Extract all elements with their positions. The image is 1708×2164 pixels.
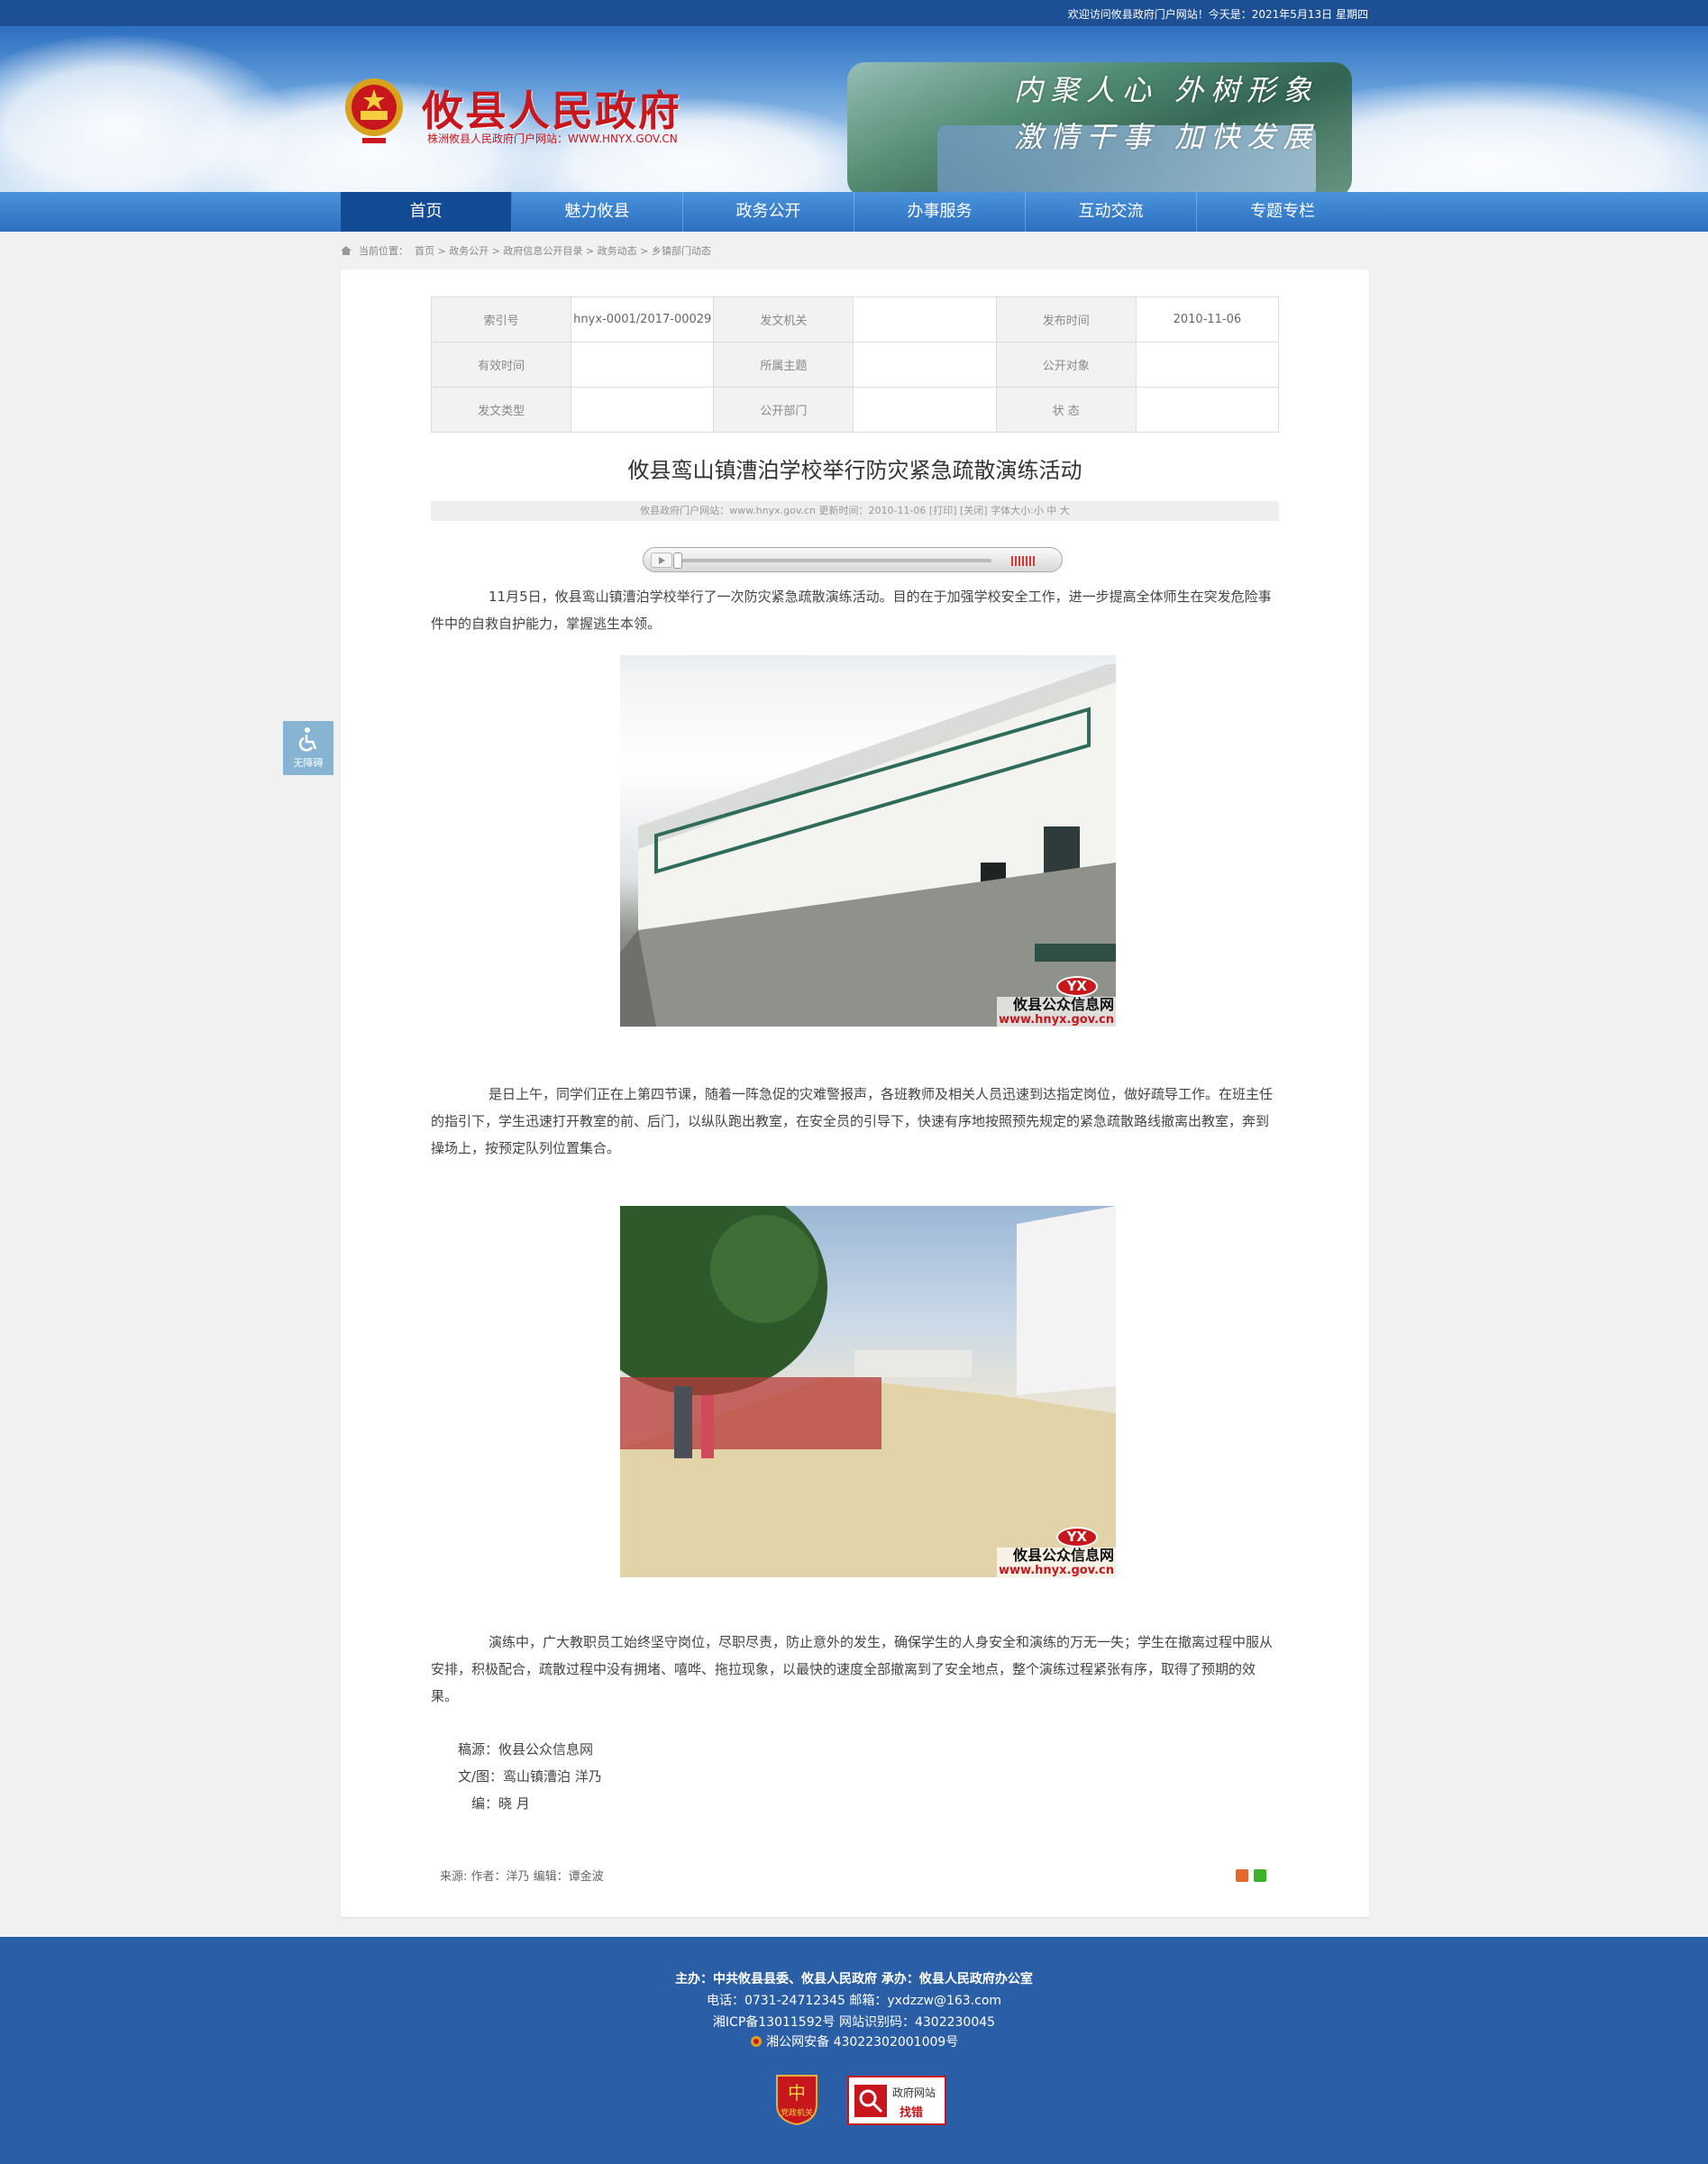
party-gov-badge[interactable]: 中 党政机关 (773, 2072, 820, 2126)
badge-find-line-1: 政府网站 (892, 2086, 936, 2099)
nav-item-gov-affairs[interactable]: 政务公开 (683, 192, 854, 232)
article-title: 攸县鸾山镇漕泊学校举行防灾紧急疏散演练活动 (627, 458, 1082, 483)
playground-image (620, 1206, 1116, 1577)
breadcrumb: 当前位置： 首页 > 政务公开 > 政府信息公开目录 > 政务动态 > 乡镇部门… (341, 243, 711, 258)
meta-label: 有效时间 (430, 342, 572, 388)
watermark-url: www.hnyx.gov.cn (997, 1013, 1116, 1027)
play-button[interactable] (651, 552, 672, 568)
footer-contact: 电话：0731-24712345 邮箱：yxdzzw@163.com (706, 1994, 1002, 2008)
footer-police-text: 湘公网安备 43022302001009号 (766, 2035, 959, 2050)
meta-label: 发文类型 (430, 387, 572, 433)
nav-item-services[interactable]: 办事服务 (854, 192, 1026, 232)
site-subtitle: 株洲攸县人民政府门户网站：WWW.HNYX.GOV.CN (427, 132, 678, 145)
meta-label: 索引号 (430, 297, 572, 342)
article-paragraph: 演练中，广大教职员工始终坚守岗位，尽职尽责，防止意外的发生，确保学生的人身安全和… (431, 1634, 1274, 1704)
progress-track[interactable] (678, 559, 991, 562)
top-bar: 欢迎访问攸县政府门户网站！今天是：2021年5月13日 星期四 (0, 0, 1708, 26)
header-banner: 攸县人民政府 株洲攸县人民政府门户网站：WWW.HNYX.GOV.CN 内聚人心… (0, 26, 1708, 192)
audio-player (643, 547, 1063, 572)
national-emblem-icon (345, 78, 403, 143)
article-paragraph: 11月5日，攸县鸾山镇漕泊学校举行了一次防灾紧急疏散演练活动。目的在于加强学校安… (431, 589, 1272, 632)
main-nav: 首页 魅力攸县 政务公开 办事服务 互动交流 专题专栏 (0, 192, 1708, 232)
home-icon (341, 246, 352, 255)
nav-item-charm[interactable]: 魅力攸县 (512, 192, 683, 232)
article-photo-playground: YX 攸县公众信息网 www.hnyx.gov.cn (620, 1206, 1116, 1577)
weibo-share-icon[interactable] (1236, 1869, 1248, 1882)
metadata-table: 索引号 hnyx-0001/2017-00029 发文机关 发布时间 2010-… (430, 297, 1280, 433)
watermark-logo: YX (1055, 976, 1098, 997)
watermark-name: 攸县公众信息网 (997, 1548, 1116, 1564)
meta-label: 发布时间 (995, 297, 1137, 342)
credit-author: 文/图：鸾山镇漕泊 洋乃 (458, 1768, 602, 1785)
table-row: 索引号 hnyx-0001/2017-00029 发文机关 发布时间 2010-… (430, 297, 1280, 342)
meta-value: 2010-11-06 (1135, 297, 1280, 342)
meta-value (571, 387, 715, 433)
welcome-text: 欢迎访问攸县政府门户网站！今天是：2021年5月13日 星期四 (1067, 8, 1368, 21)
credit-editor: 编：晓 月 (471, 1795, 530, 1812)
progress-handle[interactable] (673, 552, 682, 569)
nav-item-special[interactable]: 专题专栏 (1197, 192, 1368, 232)
meta-label: 公开对象 (995, 342, 1137, 388)
badge-find-line-2: 找错 (900, 2106, 924, 2120)
wechat-share-icon[interactable] (1254, 1869, 1266, 1882)
accessibility-label: 无障碍 (293, 757, 324, 769)
article-container: 索引号 hnyx-0001/2017-00029 发文机关 发布时间 2010-… (341, 269, 1369, 1917)
photo-watermark: YX 攸县公众信息网 www.hnyx.gov.cn (997, 1527, 1116, 1577)
nav-item-home[interactable]: 首页 (341, 192, 512, 232)
slogan-line-1: 内聚人心 外树形象 (1014, 73, 1320, 107)
watermark-name: 攸县公众信息网 (997, 997, 1116, 1013)
watermark-url: www.hnyx.gov.cn (997, 1564, 1116, 1577)
breadcrumb-label: 当前位置： (359, 245, 408, 257)
meta-value (1135, 342, 1280, 388)
wheelchair-icon (298, 727, 317, 752)
watermark-logo: YX (1055, 1527, 1098, 1548)
meta-value (853, 387, 997, 433)
slogan-line-2: 激情干事 加快发展 (1014, 120, 1320, 154)
find-error-badge[interactable]: 政府网站 找错 (847, 2076, 946, 2125)
nav-item-interaction[interactable]: 互动交流 (1026, 192, 1197, 232)
article-credits: 稿源：攸县公众信息网 文/图：鸾山镇漕泊 洋乃 编：晓 月 (458, 1736, 602, 1817)
meta-label: 公开部门 (713, 387, 854, 433)
photo-watermark: YX 攸县公众信息网 www.hnyx.gov.cn (997, 976, 1116, 1027)
badge-gov-text: 党政机关 (781, 2107, 813, 2118)
meta-value: hnyx-0001/2017-00029 (571, 297, 715, 342)
magnifier-icon (854, 2085, 887, 2117)
article-photo-school-building: YX 攸县公众信息网 www.hnyx.gov.cn (620, 655, 1116, 1027)
site-footer: 主办：中共攸县县委、攸县人民政府 承办：攸县人民政府办公室 电话：0731-24… (0, 1937, 1708, 2164)
table-row: 有效时间 所属主题 公开对象 (430, 342, 1280, 388)
meta-value (571, 342, 715, 388)
breadcrumb-trail[interactable]: 首页 > 政务公开 > 政府信息公开目录 > 政务动态 > 乡镇部门动态 (415, 245, 711, 257)
meta-label: 状 态 (995, 387, 1137, 433)
meta-label: 发文机关 (713, 297, 854, 342)
svg-text:中: 中 (788, 2082, 806, 2104)
article-info-bar[interactable]: 攸县政府门户网站：www.hnyx.gov.cn 更新时间：2010-11-06… (431, 501, 1279, 521)
party-gov-badge-icon: 中 党政机关 (776, 2075, 817, 2126)
police-badge-icon (750, 2036, 762, 2047)
footer-sponsor: 主办：中共攸县县委、攸县人民政府 承办：攸县人民政府办公室 (675, 1972, 1033, 1986)
article-footer-meta: 来源: 作者：洋乃 编辑：谭金波 (440, 1870, 604, 1884)
accessibility-button[interactable]: 无障碍 (283, 721, 333, 775)
volume-control[interactable] (1011, 556, 1037, 566)
meta-value (853, 297, 997, 342)
article-paragraph: 是日上午，同学们正在上第四节课，随着一阵急促的灾难警报声，各班教师及相关人员迅速… (431, 1086, 1274, 1156)
credit-source: 稿源：攸县公众信息网 (458, 1741, 594, 1758)
site-title: 攸县人民政府 (422, 87, 681, 135)
footer-police-record[interactable]: 湘公网安备 43022302001009号 (0, 2032, 1708, 2050)
meta-label: 所属主题 (713, 342, 854, 388)
footer-icp[interactable]: 湘ICP备13011592号 网站识别码：4302230045 (0, 2013, 1708, 2031)
meta-value (853, 342, 997, 388)
meta-value (1135, 387, 1280, 433)
table-row: 发文类型 公开部门 状 态 (430, 387, 1280, 433)
school-building-image (620, 664, 1116, 1027)
